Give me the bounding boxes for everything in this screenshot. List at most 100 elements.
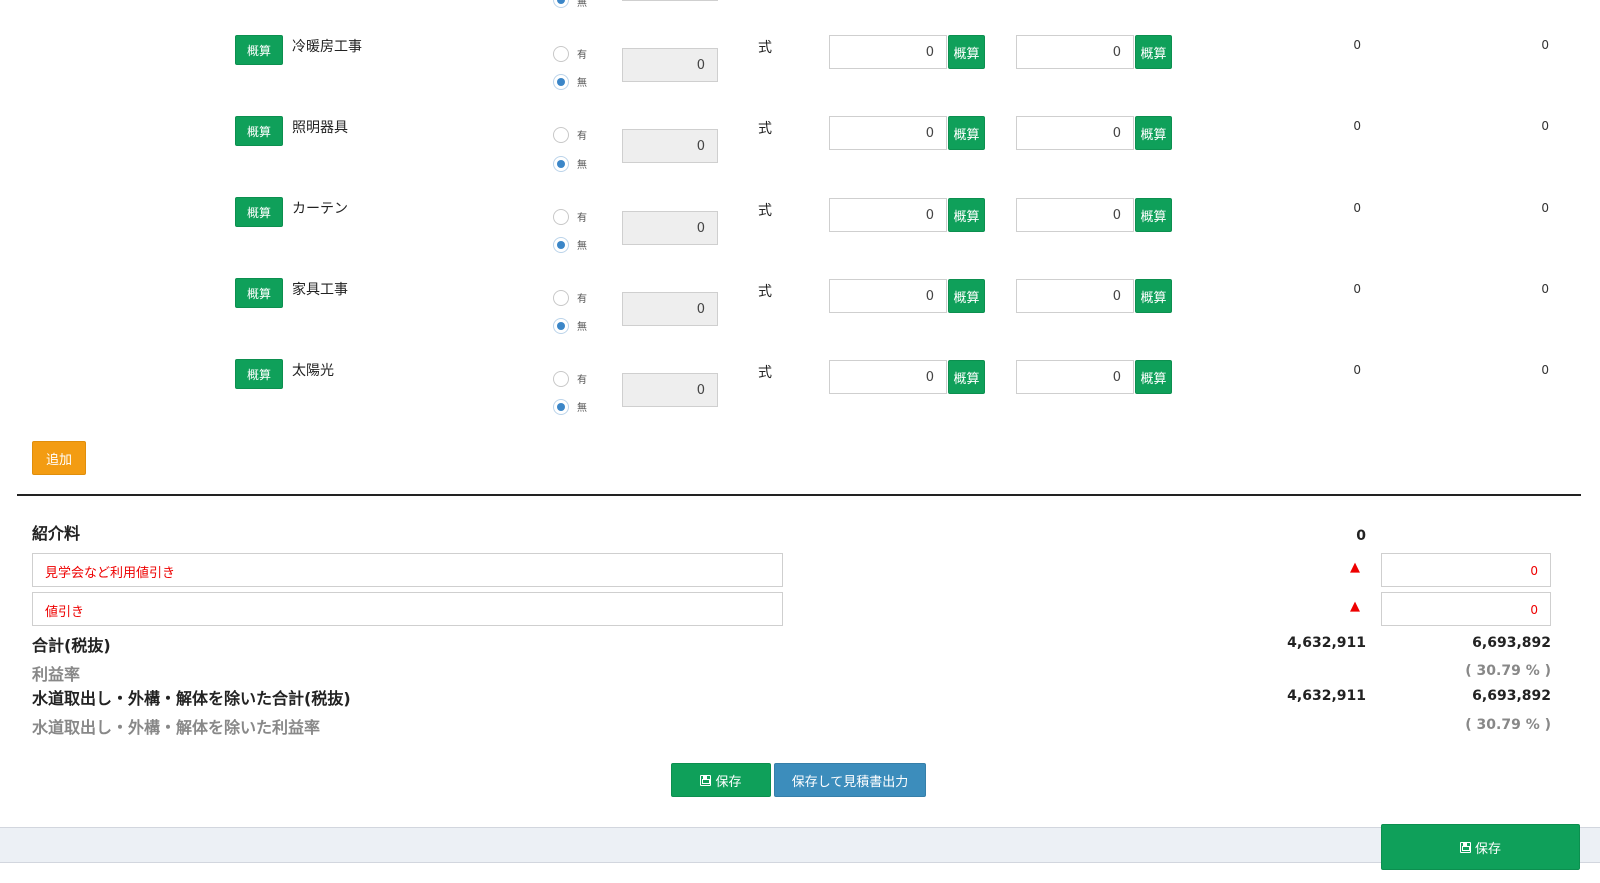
radio-no-label: 無 — [577, 403, 587, 414]
estimate-button[interactable]: 概算 — [235, 116, 283, 146]
price-input[interactable]: 0 — [1016, 279, 1134, 313]
price-total: 0 — [1541, 38, 1549, 52]
unit-label: 式 — [758, 40, 772, 56]
radio-yes-label: 有 — [577, 375, 587, 386]
price-estimate-button[interactable]: 概算 — [1135, 279, 1172, 313]
partial-radio-checked[interactable] — [553, 0, 569, 8]
referral-fee-label: 紹介料 — [32, 524, 81, 543]
total-excl-cost: 4,632,911 — [1287, 688, 1366, 704]
save-button-label: 保存 — [715, 774, 742, 790]
radio-yes-label: 有 — [577, 131, 587, 142]
unit-label: 式 — [758, 121, 772, 137]
radio-no-label: 無 — [577, 241, 587, 252]
price-estimate-button[interactable]: 概算 — [1135, 198, 1172, 232]
margin-label: 利益率 — [32, 665, 81, 684]
minus-triangle-icon: ▲ — [1350, 560, 1360, 575]
radio-yes[interactable] — [553, 371, 569, 387]
radio-no[interactable] — [553, 399, 569, 415]
total-label: 合計(税抜) — [32, 636, 111, 655]
price-total: 0 — [1541, 201, 1549, 215]
radio-yes[interactable] — [553, 46, 569, 62]
partial-qty-box — [622, 0, 718, 1]
cost-total: 0 — [1353, 363, 1361, 377]
radio-yes[interactable] — [553, 290, 569, 306]
cost-estimate-button[interactable]: 概算 — [948, 35, 985, 69]
quantity-field: 0 — [622, 129, 718, 163]
radio-no-label: 無 — [577, 322, 587, 333]
add-button[interactable]: 追加 — [32, 441, 86, 475]
item-name: 太陽光 — [292, 363, 334, 379]
radio-no-label: 無 — [577, 78, 587, 89]
price-total: 0 — [1541, 363, 1549, 377]
total-excl-price: 6,693,892 — [1472, 688, 1551, 704]
item-name: カーテン — [292, 201, 348, 217]
cost-estimate-button[interactable]: 概算 — [948, 198, 985, 232]
estimate-button[interactable]: 概算 — [235, 359, 283, 389]
margin-excl-label: 水道取出し・外構・解体を除いた利益率 — [32, 718, 321, 737]
radio-yes-label: 有 — [577, 50, 587, 61]
unit-label: 式 — [758, 203, 772, 219]
cost-total: 0 — [1353, 201, 1361, 215]
price-input[interactable]: 0 — [1016, 198, 1134, 232]
cost-input[interactable]: 0 — [829, 360, 947, 394]
quantity-field: 0 — [622, 373, 718, 407]
item-name: 照明器具 — [292, 120, 348, 136]
price-estimate-button[interactable]: 概算 — [1135, 116, 1172, 150]
floppy-disk-icon — [700, 774, 712, 786]
footer-bar — [0, 827, 1600, 863]
price-total: 0 — [1541, 119, 1549, 133]
radio-yes[interactable] — [553, 209, 569, 225]
price-input[interactable]: 0 — [1016, 116, 1134, 150]
total-excl-label: 水道取出し・外構・解体を除いた合計(税抜) — [32, 689, 351, 708]
radio-no-label: 無 — [577, 160, 587, 171]
radio-yes-label: 有 — [577, 294, 587, 305]
estimate-button[interactable]: 概算 — [235, 35, 283, 65]
price-estimate-button[interactable]: 概算 — [1135, 35, 1172, 69]
item-name: 家具工事 — [292, 282, 348, 298]
cost-input[interactable]: 0 — [829, 116, 947, 150]
cost-total: 0 — [1353, 38, 1361, 52]
footer-save-label: 保存 — [1474, 841, 1501, 857]
cost-total: 0 — [1353, 282, 1361, 296]
quantity-field: 0 — [622, 211, 718, 245]
cost-input[interactable]: 0 — [829, 35, 947, 69]
margin-value: ( 30.79 % ) — [1465, 663, 1551, 679]
cost-estimate-button[interactable]: 概算 — [948, 279, 985, 313]
radio-yes-label: 有 — [577, 213, 587, 224]
cost-total: 0 — [1353, 119, 1361, 133]
radio-no[interactable] — [553, 74, 569, 90]
section-divider — [17, 494, 1581, 496]
radio-no[interactable] — [553, 237, 569, 253]
price-estimate-button[interactable]: 概算 — [1135, 360, 1172, 394]
price-input[interactable]: 0 — [1016, 360, 1134, 394]
quantity-field: 0 — [622, 48, 718, 82]
unit-label: 式 — [758, 365, 772, 381]
discount-tour-input[interactable]: 0 — [1381, 553, 1551, 587]
minus-triangle-icon: ▲ — [1350, 599, 1360, 614]
discount-label-field[interactable]: 値引き — [32, 592, 783, 626]
radio-yes[interactable] — [553, 127, 569, 143]
discount-input[interactable]: 0 — [1381, 592, 1551, 626]
cost-input[interactable]: 0 — [829, 198, 947, 232]
estimate-button[interactable]: 概算 — [235, 197, 283, 227]
margin-excl-value: ( 30.79 % ) — [1465, 717, 1551, 733]
footer-save-button[interactable]: 保存 — [1381, 824, 1580, 870]
total-price: 6,693,892 — [1472, 635, 1551, 651]
discount-tour-label-field[interactable]: 見学会など利用値引き — [32, 553, 783, 587]
radio-no[interactable] — [553, 318, 569, 334]
total-cost: 4,632,911 — [1287, 635, 1366, 651]
floppy-disk-icon — [1459, 841, 1471, 853]
price-input[interactable]: 0 — [1016, 35, 1134, 69]
save-and-export-button[interactable]: 保存して見積書出力 — [774, 763, 926, 797]
cost-estimate-button[interactable]: 概算 — [948, 360, 985, 394]
referral-fee-value: 0 — [1356, 528, 1366, 544]
partial-radio-label: 無 — [577, 0, 587, 9]
save-button[interactable]: 保存 — [671, 763, 771, 797]
cost-input[interactable]: 0 — [829, 279, 947, 313]
price-total: 0 — [1541, 282, 1549, 296]
item-name: 冷暖房工事 — [292, 39, 362, 55]
estimate-button[interactable]: 概算 — [235, 278, 283, 308]
radio-no[interactable] — [553, 156, 569, 172]
cost-estimate-button[interactable]: 概算 — [948, 116, 985, 150]
unit-label: 式 — [758, 284, 772, 300]
